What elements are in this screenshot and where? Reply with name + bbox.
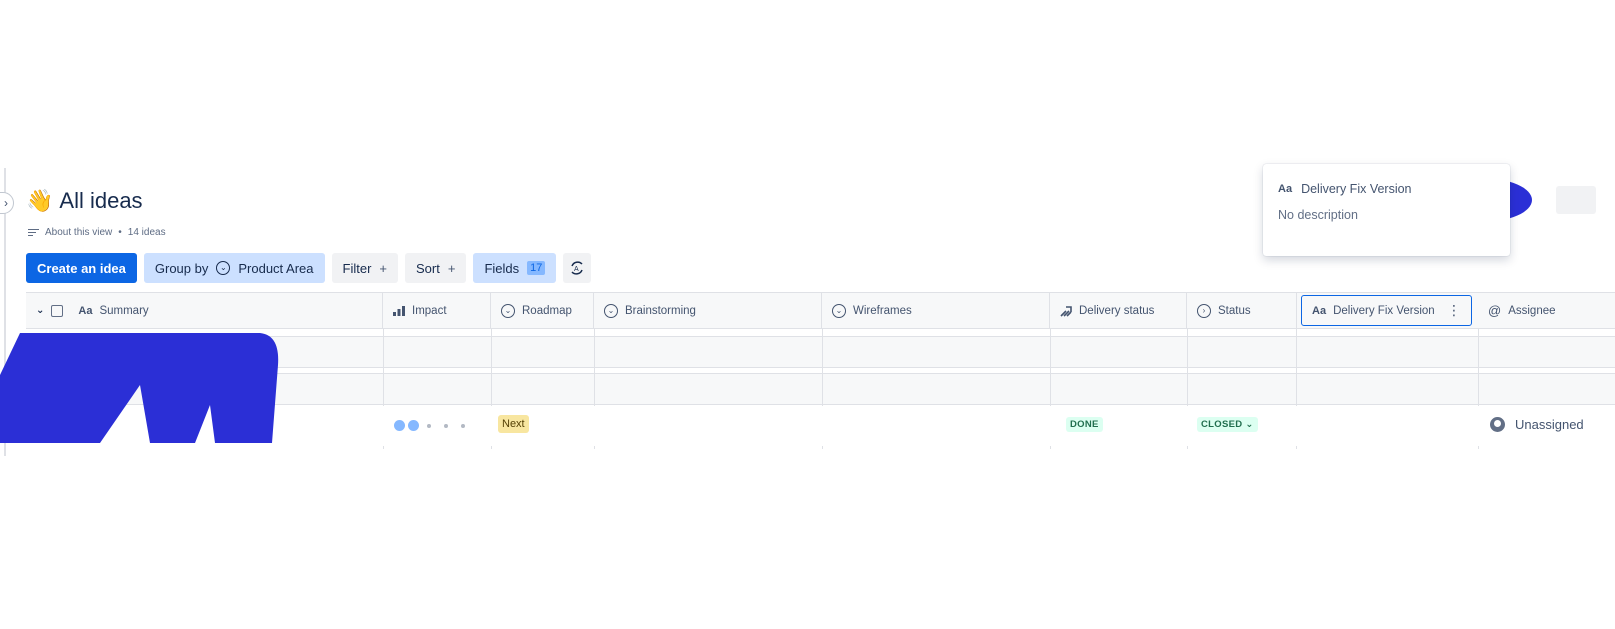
description-lines-icon	[28, 228, 39, 237]
select-all-checkbox[interactable]	[51, 304, 64, 317]
column-label: Roadmap	[522, 304, 572, 317]
auto-sort-button[interactable]: A	[563, 253, 592, 283]
column-label: Delivery Fix Version	[1333, 304, 1435, 317]
column-label: Brainstorming	[625, 304, 696, 317]
about-view-row[interactable]: About this view • 14 ideas	[28, 227, 166, 238]
ideas-count: 14 ideas	[127, 227, 166, 238]
at-icon: @	[1488, 303, 1502, 318]
refresh-az-icon: A	[571, 261, 584, 275]
chevron-circle-icon: ⌄	[832, 303, 846, 318]
status-label: CLOSED	[1201, 419, 1243, 430]
column-header-status[interactable]: › Status	[1187, 293, 1297, 328]
separator-dot: •	[118, 227, 122, 238]
impact-rating[interactable]	[394, 420, 470, 431]
column-header-brainstorming[interactable]: ⌄ Brainstorming	[594, 293, 822, 328]
view-toolbar: Create an idea Group by ⌄ Product Area F…	[26, 253, 592, 283]
fields-button[interactable]: Fields 17	[473, 253, 557, 283]
column-label: Impact	[412, 304, 447, 317]
redaction-scribble	[0, 333, 279, 443]
filter-label: Filter	[342, 260, 372, 276]
about-view-link[interactable]: About this view	[45, 227, 112, 238]
assignee-cell[interactable]: Unassigned	[1490, 417, 1584, 432]
column-header-summary[interactable]: ⌄ Aa Summary	[26, 293, 383, 328]
more-options-icon[interactable]: ⋮	[1447, 303, 1461, 317]
chevron-down-circle-icon: ⌄	[216, 261, 231, 275]
column-label: Assignee	[1508, 304, 1556, 317]
impact-dot-empty	[427, 423, 431, 428]
waving-hand-icon: 👋	[26, 188, 54, 213]
delivery-icon	[1060, 305, 1072, 317]
impact-dot-filled	[408, 420, 419, 431]
expand-sidebar-button[interactable]: ›	[0, 192, 14, 214]
popup-description: No description	[1278, 208, 1358, 222]
bar-chart-icon	[393, 305, 405, 316]
impact-dot-empty	[461, 423, 465, 428]
group-by-button[interactable]: Group by ⌄ Product Area	[143, 253, 325, 283]
column-header-delivery-status[interactable]: Delivery status	[1050, 293, 1187, 328]
column-header-delivery-fix-version[interactable]: Aa Delivery Fix Version ⋮	[1301, 295, 1472, 326]
text-field-icon: Aa	[1278, 183, 1293, 195]
table-header: ⌄ Aa Summary Impact ⌄ Roadmap ⌄ Brainsto…	[26, 292, 1615, 329]
text-field-icon: Aa	[78, 304, 93, 317]
column-header-impact[interactable]: Impact	[383, 293, 491, 328]
svg-text:A: A	[574, 266, 579, 273]
view-options-button[interactable]	[1556, 186, 1596, 214]
sort-label: Sort	[416, 260, 440, 276]
delivery-status-lozenge[interactable]: DONE	[1066, 417, 1103, 432]
chevron-right-icon: ›	[4, 196, 8, 210]
impact-dot-filled	[394, 420, 405, 431]
column-label: Wireframes	[853, 304, 912, 317]
create-idea-button[interactable]: Create an idea	[26, 253, 137, 283]
fields-count-badge: 17	[527, 261, 546, 275]
page-title: All ideas	[59, 188, 143, 213]
app-frame: › 👋 All ideas About this view • 14 ideas…	[0, 0, 1615, 629]
column-header-wireframes[interactable]: ⌄ Wireframes	[822, 293, 1050, 328]
chevron-down-icon[interactable]: ⌄	[36, 305, 44, 316]
chevron-circle-icon: ⌄	[604, 303, 618, 318]
status-lozenge[interactable]: CLOSED ⌄	[1197, 417, 1258, 432]
avatar	[1490, 417, 1505, 432]
group-by-label: Group by	[154, 260, 209, 276]
impact-dot-empty	[444, 423, 448, 428]
fields-label: Fields	[484, 260, 520, 276]
assignee-name: Unassigned	[1515, 417, 1584, 432]
column-header-roadmap[interactable]: ⌄ Roadmap	[491, 293, 594, 328]
column-label: Delivery status	[1079, 304, 1155, 317]
plus-icon: +	[447, 260, 456, 276]
filter-button[interactable]: Filter +	[331, 253, 398, 283]
chevron-down-icon: ⌄	[1245, 419, 1254, 430]
popup-title: Delivery Fix Version	[1301, 182, 1412, 196]
arrow-circle-icon: ›	[1197, 303, 1211, 318]
column-label: Summary	[99, 304, 149, 317]
sort-button[interactable]: Sort +	[405, 253, 467, 283]
group-by-value: Product Area	[238, 260, 314, 276]
column-header-assignee[interactable]: @ Assignee	[1478, 293, 1615, 328]
column-label: Status	[1218, 304, 1251, 317]
chevron-circle-icon: ⌄	[501, 303, 515, 318]
text-field-icon: Aa	[1312, 304, 1327, 317]
plus-icon: +	[379, 260, 387, 276]
page-header: 👋 All ideas	[26, 188, 143, 214]
field-info-popup: Aa Delivery Fix Version No description	[1263, 164, 1510, 256]
roadmap-lozenge[interactable]: Next	[498, 415, 529, 433]
